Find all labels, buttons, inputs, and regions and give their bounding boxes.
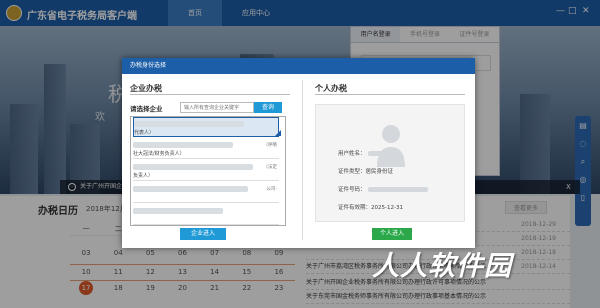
company-list-item[interactable]: 代表人） <box>133 117 281 137</box>
individual-enter-button[interactable]: 个人进入 <box>372 228 412 240</box>
redacted-company-name <box>133 142 233 148</box>
redacted-company-name <box>133 186 248 192</box>
resize-handle-icon <box>275 130 281 136</box>
company-list-item[interactable]: (呼略 社大冠法/财务负责人） <box>133 139 279 159</box>
redacted-company-name <box>133 208 223 214</box>
field-value: 居民身份证 <box>365 169 394 175</box>
redacted-company-name <box>134 121 244 127</box>
company-list-item[interactable]: (法定 负责人） <box>133 161 279 181</box>
redacted-value <box>367 187 428 192</box>
company-search-input[interactable] <box>180 102 254 113</box>
query-button[interactable]: 查询 <box>254 102 282 113</box>
dialog-title: 办税身份选择 <box>122 58 475 74</box>
divider <box>315 94 465 95</box>
id-type-field: 证件类型：居民身份证 <box>338 167 393 175</box>
field-label: 用户姓名： <box>338 151 366 157</box>
site-watermark: 人人软件园 <box>372 251 512 282</box>
field-value: 2025-12-31 <box>371 205 403 211</box>
company-role: 负责人） <box>133 173 154 179</box>
id-number-field: 证件号码： <box>338 185 428 193</box>
company-list-item[interactable] <box>133 205 279 225</box>
company-list-item[interactable]: 公司- <box>133 183 279 203</box>
company-role: 社大冠法/财务负责人） <box>133 151 185 157</box>
scrollbar-thumb[interactable] <box>285 121 286 157</box>
company-suffix: (呼略 <box>266 143 277 148</box>
divider <box>130 94 290 95</box>
redacted-value <box>367 151 390 156</box>
company-suffix: (法定 <box>266 165 277 170</box>
enterprise-section-title: 企业办税 <box>130 84 162 93</box>
id-expiry-field: 证件有效期：2025-12-31 <box>338 203 403 211</box>
individual-info-card: 用户姓名： 证件类型：居民身份证 证件号码： 证件有效期：2025-12-31 <box>315 104 465 222</box>
divider <box>302 80 303 240</box>
field-label: 证件号码： <box>338 187 366 193</box>
enterprise-enter-button[interactable]: 企业进入 <box>180 228 226 240</box>
company-list-scrollbar[interactable] <box>285 117 286 226</box>
individual-section-title: 个人办税 <box>315 84 347 93</box>
field-label: 证件有效期： <box>338 205 372 211</box>
redacted-company-name <box>133 164 253 170</box>
select-company-label: 请选择企业 <box>130 105 163 113</box>
user-name-field: 用户姓名： <box>338 149 390 157</box>
company-list[interactable]: 代表人） (呼略 社大冠法/财务负责人） (法定 负责人） 公司- <box>130 116 286 226</box>
field-label: 证件类型： <box>338 169 366 175</box>
identity-selection-dialog: 办税身份选择 企业办税 请选择企业 查询 代表人） (呼略 社大冠法/财务负责人… <box>122 58 475 248</box>
company-role: 代表人） <box>134 130 155 136</box>
user-avatar-icon <box>377 125 405 167</box>
company-suffix: 公司- <box>266 187 277 192</box>
